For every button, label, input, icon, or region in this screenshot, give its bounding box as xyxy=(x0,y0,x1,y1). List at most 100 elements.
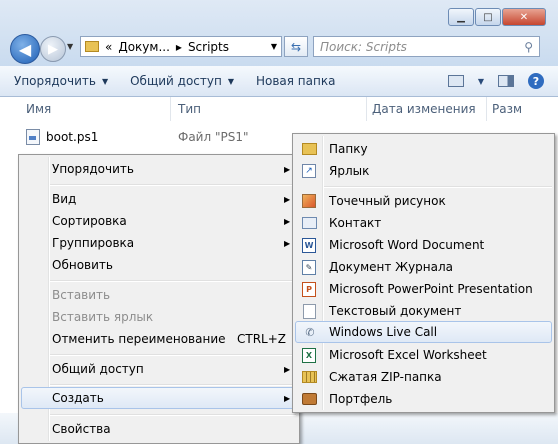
menu-item-label: Microsoft PowerPoint Presentation xyxy=(329,282,533,296)
organize-button[interactable]: Упорядочить ▼ xyxy=(14,74,108,88)
column-header: Имя Тип Дата изменения Разм xyxy=(0,97,558,121)
address-dropdown-icon[interactable]: ▼ xyxy=(271,42,277,51)
preview-pane-icon[interactable] xyxy=(498,75,514,87)
command-bar: Упорядочить ▼ Общий доступ ▼ Новая папка… xyxy=(0,66,558,97)
menu-item-label: Папку xyxy=(329,142,368,156)
submenu-arrow-icon: ▶ xyxy=(284,164,291,174)
folder-icon xyxy=(85,41,99,52)
menu-item-properties[interactable]: Свойства xyxy=(21,418,297,440)
create-submenu: Папку ↗ Ярлык Точечный рисунок Контакт W… xyxy=(292,133,555,413)
address-bar[interactable]: « Докум... ▸ Scripts ▼ xyxy=(80,36,282,57)
menu-item-view[interactable]: Вид ▶ xyxy=(21,188,297,210)
menu-item-label: Свойства xyxy=(52,422,111,436)
new-folder-button[interactable]: Новая папка xyxy=(256,74,335,88)
organize-label: Упорядочить xyxy=(14,74,96,88)
menu-separator xyxy=(324,186,552,188)
text-document-icon xyxy=(301,303,317,319)
menu-item-label: Windows Live Call xyxy=(329,325,438,339)
column-divider[interactable] xyxy=(486,97,487,121)
view-dropdown-icon[interactable]: ▼ xyxy=(478,77,484,86)
menu-item-shortcut: CTRL+Z xyxy=(237,332,287,346)
journal-document-icon: ✎ xyxy=(301,259,317,275)
menu-separator xyxy=(50,184,296,186)
column-size[interactable]: Разм xyxy=(492,102,522,116)
submenu-arrow-icon: ▶ xyxy=(284,393,291,403)
briefcase-icon xyxy=(301,391,317,407)
context-menu: Упорядочить ▶ Вид ▶ Сортировка ▶ Группир… xyxy=(18,154,300,444)
menu-item-paste[interactable]: Вставить xyxy=(21,284,297,306)
menu-item-label: Отменить переименование xyxy=(52,332,226,346)
menu-separator xyxy=(50,414,296,416)
submenu-item-shortcut[interactable]: ↗ Ярлык xyxy=(295,160,552,182)
column-name[interactable]: Имя xyxy=(26,102,51,116)
menu-separator xyxy=(50,280,296,282)
menu-item-label: Портфель xyxy=(329,392,393,406)
file-type: Файл "PS1" xyxy=(178,130,249,144)
column-date[interactable]: Дата изменения xyxy=(372,102,476,116)
column-divider[interactable] xyxy=(170,97,171,121)
submenu-item-word[interactable]: W Microsoft Word Document xyxy=(295,234,552,256)
menu-item-label: Текстовый документ xyxy=(329,304,462,318)
submenu-arrow-icon: ▶ xyxy=(284,194,291,204)
menu-item-label: Точечный рисунок xyxy=(329,194,446,208)
submenu-item-contact[interactable]: Контакт xyxy=(295,212,552,234)
submenu-arrow-icon: ▶ xyxy=(284,216,291,226)
menu-item-refresh[interactable]: Обновить xyxy=(21,254,297,276)
menu-item-label: Создать xyxy=(52,391,104,405)
window-controls: ▁ □ ✕ xyxy=(448,8,546,26)
recent-pages-dropdown-icon[interactable]: ▼ xyxy=(67,42,73,51)
menu-item-label: Вид xyxy=(52,192,77,206)
close-button[interactable]: ✕ xyxy=(502,8,546,26)
submenu-item-zip[interactable]: Сжатая ZIP-папка xyxy=(295,366,552,388)
share-button[interactable]: Общий доступ ▼ xyxy=(130,74,234,88)
submenu-item-briefcase[interactable]: Портфель xyxy=(295,388,552,410)
menu-item-group[interactable]: Группировка ▶ xyxy=(21,232,297,254)
refresh-button[interactable]: ⇆ xyxy=(284,36,308,57)
breadcrumb-parent[interactable]: Докум... xyxy=(118,40,170,54)
submenu-item-folder[interactable]: Папку xyxy=(295,138,552,160)
file-name: boot.ps1 xyxy=(46,130,99,144)
submenu-item-live-call[interactable]: ✆ Windows Live Call xyxy=(295,321,552,343)
menu-item-label: Сортировка xyxy=(52,214,127,228)
submenu-item-powerpoint[interactable]: P Microsoft PowerPoint Presentation xyxy=(295,278,552,300)
address-overflow-chevron[interactable]: « xyxy=(105,40,112,54)
view-controls: ▼ ? xyxy=(447,73,544,89)
help-icon[interactable]: ? xyxy=(528,73,544,89)
powerpoint-presentation-icon: P xyxy=(301,281,317,297)
view-options-icon[interactable] xyxy=(447,75,464,87)
column-divider[interactable] xyxy=(366,97,367,121)
menu-item-sort[interactable]: Сортировка ▶ xyxy=(21,210,297,232)
menu-item-label: Ярлык xyxy=(329,164,370,178)
forward-button[interactable]: ▶ xyxy=(40,36,66,62)
search-icon: ⚲ xyxy=(524,39,533,54)
menu-item-label: Группировка xyxy=(52,236,135,250)
minimize-button[interactable]: ▁ xyxy=(448,8,474,26)
menu-item-label: Microsoft Word Document xyxy=(329,238,485,252)
breadcrumb-separator-icon[interactable]: ▸ xyxy=(176,40,182,54)
back-arrow-icon: ◀ xyxy=(18,39,32,59)
menu-separator xyxy=(50,354,296,356)
file-row[interactable]: boot.ps1 xyxy=(26,129,98,145)
phone-handset-icon: ✆ xyxy=(305,325,315,339)
submenu-item-bitmap[interactable]: Точечный рисунок xyxy=(295,190,552,212)
share-label: Общий доступ xyxy=(130,74,222,88)
column-type[interactable]: Тип xyxy=(178,102,201,116)
menu-item-share[interactable]: Общий доступ ▶ xyxy=(21,358,297,380)
maximize-button[interactable]: □ xyxy=(475,8,501,26)
menu-item-create[interactable]: Создать ▶ xyxy=(21,387,297,409)
menu-item-undo-rename[interactable]: Отменить переименование CTRL+Z xyxy=(21,328,297,350)
menu-item-organize[interactable]: Упорядочить ▶ xyxy=(21,158,297,180)
back-button[interactable]: ◀ xyxy=(10,34,40,64)
submenu-item-journal[interactable]: ✎ Документ Журнала xyxy=(295,256,552,278)
submenu-item-excel[interactable]: X Microsoft Excel Worksheet xyxy=(295,344,552,366)
menu-item-label: Контакт xyxy=(329,216,382,230)
breadcrumb-current[interactable]: Scripts xyxy=(188,40,229,54)
menu-item-paste-shortcut[interactable]: Вставить ярлык xyxy=(21,306,297,328)
submenu-item-text[interactable]: Текстовый документ xyxy=(295,300,552,322)
folder-icon xyxy=(301,141,317,157)
menu-item-label: Вставить xyxy=(52,288,111,302)
shortcut-icon: ↗ xyxy=(301,163,317,179)
refresh-icon: ⇆ xyxy=(290,39,302,54)
search-input[interactable]: Поиск: Scripts ⚲ xyxy=(313,36,540,57)
zip-folder-icon xyxy=(301,369,317,385)
